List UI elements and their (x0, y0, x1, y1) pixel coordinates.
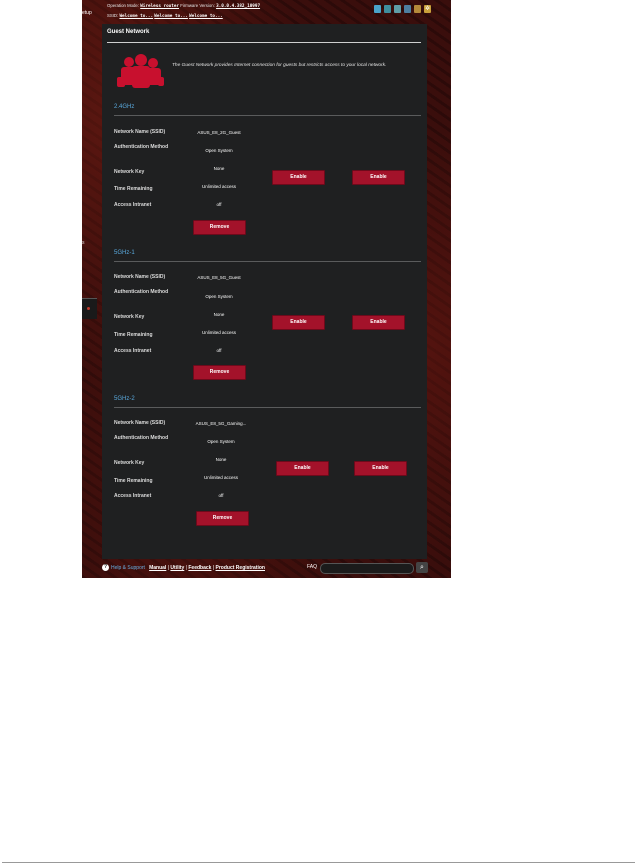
nav-indicator-icon (87, 307, 90, 310)
left-nav-item[interactable]: s (82, 240, 97, 246)
ssid-label: SSID: (107, 12, 119, 18)
feedback-link[interactable]: Feedback (188, 565, 211, 571)
enable-button[interactable]: Enable (352, 315, 405, 330)
remove-button[interactable]: Remove (193, 365, 246, 380)
left-nav: s (82, 240, 97, 246)
band-title-5ghz-2: 5GHz-2 (114, 396, 135, 402)
ssid-value: ASUS_E8_2G_Guest (197, 130, 241, 135)
operation-mode-link[interactable]: Wireless router (140, 4, 179, 9)
ssid-row: SSID: Welcome to... Welcome to... Welcom… (107, 12, 260, 22)
ssid-value: ASUS_E8_5G_Gaming... (195, 421, 247, 426)
firmware-label: Firmware Version: (180, 3, 215, 8)
ssid-field-label: Network Name (SSID) (114, 274, 166, 280)
guest-network-panel: Guest Network The Guest Network provides… (102, 24, 427, 559)
remove-button[interactable]: Remove (193, 220, 246, 235)
key-value: None (215, 457, 227, 462)
operation-mode-label: Operation Mode: (107, 3, 140, 8)
help-support-label: Help & Support (111, 564, 145, 571)
utility-link[interactable]: Utility (170, 565, 184, 571)
band-divider (114, 261, 421, 262)
time-value: Unlimited access (201, 330, 236, 335)
band-title-2ghz: 2.4GHz (114, 104, 135, 110)
title-divider (107, 42, 421, 43)
firmware-link[interactable]: 3.0.0.4.382_10997 (216, 4, 260, 9)
key-field-label: Network Key (114, 460, 145, 466)
auth-field-label: Authentication Method (114, 144, 169, 150)
network-status-icon[interactable] (374, 5, 381, 13)
ssid-field-label: Network Name (SSID) (114, 420, 166, 426)
enable-button[interactable]: Enable (272, 315, 325, 330)
time-value: Unlimited access (203, 475, 238, 480)
enable-button[interactable]: Enable (354, 461, 407, 476)
faq-search-input[interactable] (320, 563, 414, 574)
key-value: None (213, 166, 225, 171)
intranet-value: off (216, 348, 222, 353)
band-title-5ghz-1: 5GHz-1 (114, 250, 135, 256)
usb-status-icon[interactable] (414, 5, 421, 13)
footer: ? Help & Support Manual | Utility | Feedb… (102, 562, 432, 576)
enable-button[interactable]: Enable (276, 461, 329, 476)
faq-label: FAQ (307, 564, 318, 570)
ssid-link-3[interactable]: Welcome to... (189, 14, 223, 19)
page-bottom-rule (2, 862, 635, 863)
auth-value: Open System (207, 439, 235, 444)
setup-nav-label[interactable]: etup (82, 10, 92, 16)
time-field-label: Time Remaining (114, 478, 153, 484)
router-status-icon[interactable] (394, 5, 401, 13)
intranet-value: off (216, 202, 222, 207)
auth-field-label: Authentication Method (114, 435, 169, 441)
time-field-label: Time Remaining (114, 332, 153, 338)
help-icon: ? (102, 564, 109, 571)
left-nav-selected[interactable] (82, 298, 97, 319)
ssid-field-label: Network Name (SSID) (114, 129, 166, 135)
intranet-value: off (218, 493, 224, 498)
status-bar: Operation Mode: Wireless router Firmware… (107, 2, 260, 21)
ssid-link-2[interactable]: Welcome to... (154, 14, 188, 19)
page-title: Guest Network (107, 29, 150, 35)
time-value: Unlimited access (201, 184, 236, 189)
status-icons: ✲ (374, 5, 431, 13)
band-divider (114, 115, 421, 116)
intranet-field-label: Access Intranet (114, 493, 152, 499)
manual-link[interactable]: Manual (149, 565, 166, 571)
enable-button[interactable]: Enable (352, 170, 405, 185)
remove-button[interactable]: Remove (196, 511, 249, 526)
auth-value: Open System (205, 148, 233, 153)
monitor-status-icon[interactable] (404, 5, 411, 13)
settings-gear-icon[interactable]: ✲ (424, 5, 431, 13)
guest-network-description: The Guest Network provides Internet conn… (172, 63, 387, 68)
ssid-value: ASUS_E8_5G_Guest (197, 275, 241, 280)
band-divider (114, 407, 421, 408)
guest-users-icon (117, 54, 164, 88)
intranet-field-label: Access Intranet (114, 348, 152, 354)
wifi-status-icon[interactable] (384, 5, 391, 13)
ssid-link-1[interactable]: Welcome to... (119, 14, 153, 19)
enable-button[interactable]: Enable (272, 170, 325, 185)
auth-field-label: Authentication Method (114, 289, 169, 295)
auth-value: Open System (205, 294, 233, 299)
operation-mode-row: Operation Mode: Wireless router Firmware… (107, 2, 260, 12)
time-field-label: Time Remaining (114, 186, 153, 192)
search-icon[interactable]: ⌕ (416, 562, 428, 573)
key-value: None (213, 312, 225, 317)
key-field-label: Network Key (114, 314, 145, 320)
intranet-field-label: Access Intranet (114, 202, 152, 208)
help-support: ? Help & Support Manual | Utility | Feedb… (102, 564, 265, 571)
product-registration-link[interactable]: Product Registration (216, 565, 265, 571)
key-field-label: Network Key (114, 169, 145, 175)
